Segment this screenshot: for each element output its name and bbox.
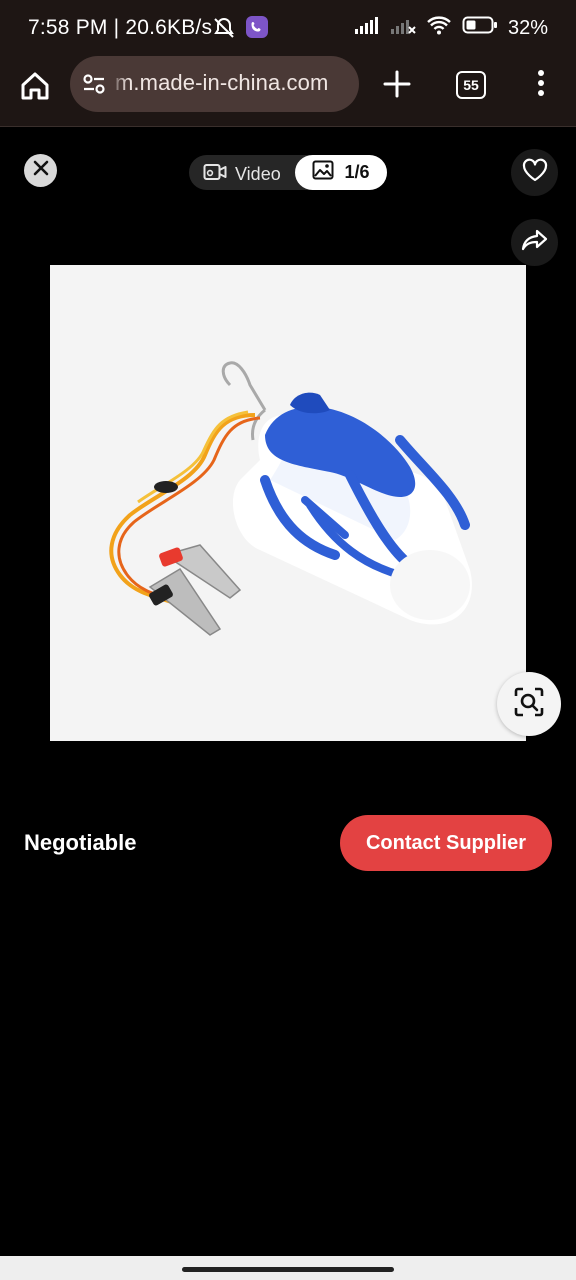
product-image[interactable] bbox=[50, 265, 526, 741]
video-tab[interactable]: Video bbox=[203, 162, 281, 187]
close-button[interactable] bbox=[24, 154, 57, 187]
battery-percent: 32% bbox=[507, 16, 548, 39]
lens-search-button[interactable] bbox=[497, 672, 561, 736]
status-bar: 7:58 PM | 20.6KB/s 32% bbox=[0, 0, 576, 56]
alarm-off-icon bbox=[212, 16, 236, 46]
media-toggle: Video 1/6 bbox=[189, 155, 387, 190]
browser-toolbar: m.made-in-china.com 55 bbox=[0, 56, 576, 127]
address-bar[interactable]: m.made-in-china.com bbox=[70, 56, 359, 112]
led-bulb-illustration bbox=[109, 361, 472, 636]
nav-handle[interactable] bbox=[182, 1267, 394, 1272]
home-icon[interactable] bbox=[18, 69, 54, 105]
site-settings-icon[interactable] bbox=[82, 73, 106, 100]
photo-counter: 1/6 bbox=[344, 162, 370, 182]
status-icons: 32% bbox=[354, 14, 548, 42]
image-icon bbox=[312, 160, 334, 185]
video-label: Video bbox=[235, 164, 281, 184]
gesture-nav-bar bbox=[0, 1256, 576, 1280]
favorite-button[interactable] bbox=[511, 149, 558, 196]
share-button[interactable] bbox=[511, 219, 558, 266]
photo-tab[interactable]: 1/6 bbox=[295, 155, 387, 190]
url-text[interactable]: m.made-in-china.com bbox=[115, 70, 328, 96]
lens-search-icon bbox=[513, 686, 545, 723]
signal-2-icon bbox=[390, 15, 416, 41]
tabs-icon[interactable]: 55 bbox=[456, 71, 486, 99]
price-label: Negotiable bbox=[24, 830, 137, 855]
battery-icon bbox=[462, 15, 498, 41]
close-icon bbox=[33, 160, 49, 181]
heart-icon bbox=[522, 158, 548, 187]
plus-icon[interactable] bbox=[382, 69, 412, 104]
contact-supplier-button[interactable]: Contact Supplier bbox=[340, 815, 552, 871]
viber-icon bbox=[245, 15, 269, 45]
url-fade bbox=[110, 56, 128, 112]
signal-icon bbox=[354, 15, 380, 41]
video-icon bbox=[203, 162, 227, 187]
share-icon bbox=[521, 228, 549, 257]
overflow-menu-icon[interactable] bbox=[529, 68, 553, 103]
wifi-icon bbox=[426, 14, 452, 42]
status-time: 7:58 PM | 20.6KB/s bbox=[28, 16, 213, 39]
